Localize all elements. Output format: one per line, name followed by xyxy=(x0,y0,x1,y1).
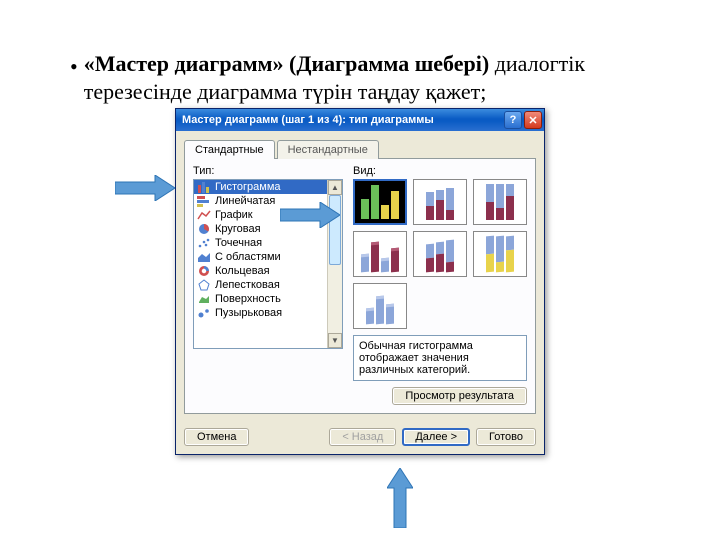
scatter-icon xyxy=(197,237,211,249)
list-item[interactable]: С областями xyxy=(194,250,327,264)
callout-arrow-icon xyxy=(280,202,340,228)
bar-icon xyxy=(197,195,211,207)
finish-button[interactable]: Готово xyxy=(476,428,536,446)
subtype-thumb[interactable] xyxy=(413,231,467,277)
tab-strip: Стандартные Нестандартные xyxy=(184,139,536,158)
bullet-item: • «Мастер диаграмм» (Диаграмма шебері) д… xyxy=(70,50,650,106)
wizard-button-row: Отмена < Назад Далее > Готово xyxy=(176,420,544,454)
tab-panel: Тип: Гистограмма Линейчатая xyxy=(184,158,536,414)
list-item[interactable]: Точечная xyxy=(194,236,327,250)
bubble-icon xyxy=(197,307,211,319)
subtype-thumb[interactable] xyxy=(353,179,407,225)
subtype-thumb[interactable] xyxy=(473,231,527,277)
list-item-label: Пузырьковая xyxy=(215,307,282,319)
slide-body: • «Мастер диаграмм» (Диаграмма шебері) д… xyxy=(0,0,720,106)
pie-icon xyxy=(197,223,211,235)
callout-arrow-icon xyxy=(115,175,175,201)
doughnut-icon xyxy=(197,265,211,277)
list-item[interactable]: Поверхность xyxy=(194,292,327,306)
list-item[interactable]: Кольцевая xyxy=(194,264,327,278)
dialog-title: Мастер диаграмм (шаг 1 из 4): тип диагра… xyxy=(182,114,504,126)
titlebar[interactable]: Мастер диаграмм (шаг 1 из 4): тип диагра… xyxy=(176,109,544,131)
scroll-up-button[interactable]: ▲ xyxy=(328,180,342,195)
list-item-label: Поверхность xyxy=(215,293,281,305)
list-item-label: Лепестковая xyxy=(215,279,280,291)
tab-nonstandard[interactable]: Нестандартные xyxy=(277,140,379,159)
list-item-label: Линейчатая xyxy=(215,195,275,207)
list-item-label: Круговая xyxy=(215,223,261,235)
type-label: Тип: xyxy=(193,165,343,177)
view-label: Вид: xyxy=(353,165,527,177)
list-item-label: Точечная xyxy=(215,237,262,249)
histogram-icon xyxy=(197,181,211,193)
close-button[interactable]: ✕ xyxy=(524,111,542,129)
subtype-grid xyxy=(353,179,527,329)
titlebar-buttons: ? ✕ xyxy=(504,111,542,129)
list-item[interactable]: Лепестковая xyxy=(194,278,327,292)
view-column: Вид: xyxy=(353,165,527,405)
list-item[interactable]: Пузырьковая xyxy=(194,306,327,320)
help-button[interactable]: ? xyxy=(504,111,522,129)
bullet-marker: • xyxy=(70,52,78,106)
list-item-label: Кольцевая xyxy=(215,265,270,277)
preview-result-button[interactable]: Просмотр результата xyxy=(392,387,527,405)
radar-icon xyxy=(197,279,211,291)
surface-icon xyxy=(197,293,211,305)
scroll-down-button[interactable]: ▼ xyxy=(328,333,342,348)
area-icon xyxy=(197,251,211,263)
type-column: Тип: Гистограмма Линейчатая xyxy=(193,165,343,405)
next-button[interactable]: Далее > xyxy=(402,428,470,446)
subtype-thumb[interactable] xyxy=(413,179,467,225)
bullet-text: «Мастер диаграмм» (Диаграмма шебері) диа… xyxy=(84,50,650,106)
list-item-label: Гистограмма xyxy=(215,181,281,193)
tab-standard[interactable]: Стандартные xyxy=(184,140,275,159)
subtype-thumb[interactable] xyxy=(353,283,407,329)
callout-arrow-icon xyxy=(387,468,413,528)
list-item-label: С областями xyxy=(215,251,281,263)
cancel-button[interactable]: Отмена xyxy=(184,428,249,446)
bullet-bold: «Мастер диаграмм» (Диаграмма шебері) xyxy=(84,51,490,76)
dialog-body: Стандартные Нестандартные Тип: Гистограм… xyxy=(176,131,544,420)
subtype-thumb[interactable] xyxy=(353,231,407,277)
list-item[interactable]: Гистограмма xyxy=(194,180,327,194)
back-button[interactable]: < Назад xyxy=(329,428,396,446)
line-icon xyxy=(197,209,211,221)
list-item-label: График xyxy=(215,209,253,221)
subtype-description: Обычная гистограмма отображает значения … xyxy=(353,335,527,381)
subtype-thumb[interactable] xyxy=(473,179,527,225)
chart-wizard-dialog: Мастер диаграмм (шаг 1 из 4): тип диагра… xyxy=(175,108,545,455)
